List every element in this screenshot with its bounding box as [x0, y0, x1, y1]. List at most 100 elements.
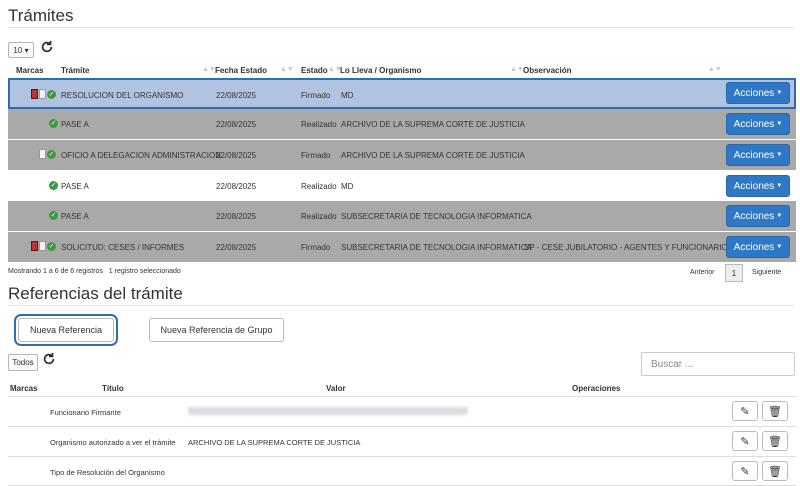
cell-lleva: MD: [341, 91, 354, 100]
acciones-button[interactable]: Acciones ▼: [726, 144, 790, 166]
col-lleva[interactable]: Lo Lleva / Organismo: [340, 66, 421, 75]
cell-estado: Firmado: [301, 243, 331, 252]
nueva-referencia-button[interactable]: Nueva Referencia: [14, 314, 118, 346]
acciones-button[interactable]: Acciones ▼: [726, 175, 790, 197]
nueva-referencia-grupo-button[interactable]: Nueva Referencia de Grupo: [149, 318, 284, 342]
cell-tramite: RESOLUCION DEL ORGANISMO: [61, 91, 184, 100]
cell-titulo: Tipo de Resolución del Organismo: [50, 468, 165, 477]
cell-fecha: 22/08/2025: [216, 91, 257, 100]
check-icon: ✓: [49, 119, 58, 128]
check-icon: ✓: [47, 242, 56, 251]
red-flag-icon: [31, 241, 38, 251]
col-marcas: Marcas: [16, 66, 44, 75]
col-titulo: Título: [102, 384, 124, 393]
cell-tramite: PASE A: [61, 120, 89, 129]
cell-titulo: Funcionario Firmante: [50, 408, 121, 417]
sort-icon[interactable]: ▲▼: [202, 66, 216, 73]
redacted-value: [188, 407, 468, 415]
table-row[interactable]: ✓ SOLICITUD: CESES / INFORMES 22/08/2025…: [8, 232, 796, 263]
document-icon: [39, 241, 46, 251]
table-row[interactable]: ✓ PASE A 22/08/2025 Realizado ARCHIVO DE…: [8, 109, 796, 140]
col-estado[interactable]: Estado: [301, 66, 328, 75]
check-icon: ✓: [49, 211, 58, 220]
row-marks: ✓: [39, 149, 56, 161]
cell-lleva: MD: [341, 182, 354, 191]
trash-icon: 🗑: [768, 435, 782, 448]
row-marks: ✓: [49, 118, 58, 130]
cell-lleva: ARCHIVO DE LA SUPREMA CORTE DE JUSTICIA: [341, 120, 525, 129]
pencil-icon: ✎: [740, 465, 750, 478]
caret-down-icon: ▼: [776, 90, 783, 96]
filter-todos-button[interactable]: Todos: [8, 354, 38, 371]
table-row: Organismo autorizado a ver el trámite AR…: [8, 426, 796, 456]
delete-button[interactable]: 🗑: [762, 431, 788, 451]
tramites-table-header: Marcas Trámite ▲▼ Fecha Estado ▲▼ Estado…: [8, 64, 796, 78]
page-size-select[interactable]: 10 ▾: [8, 42, 34, 58]
refresh-icon[interactable]: [40, 40, 54, 54]
cell-observacion: SP - CESE JUBILATORIO - AGENTES Y FUNCIO…: [524, 243, 734, 252]
edit-button[interactable]: ✎: [732, 461, 758, 481]
delete-button[interactable]: 🗑: [762, 461, 788, 481]
sort-icon[interactable]: ▲▼: [708, 66, 722, 73]
row-marks: ✓: [49, 180, 58, 192]
cell-fecha: 22/08/2025: [216, 182, 257, 191]
col-marcas: Marcas: [10, 384, 38, 393]
edit-button[interactable]: ✎: [732, 431, 758, 451]
row-marks: ✓: [31, 89, 56, 101]
pencil-icon: ✎: [740, 405, 750, 418]
search-input[interactable]: [641, 352, 795, 376]
row-marks: ✓: [31, 241, 56, 253]
delete-button[interactable]: 🗑: [762, 401, 788, 421]
table-row: Funcionario Firmante ✎ 🗑: [8, 396, 796, 426]
acciones-button[interactable]: Acciones ▼: [726, 236, 790, 258]
table-row[interactable]: ✓ OFICIO A DELEGACION ADMINISTRACION 22/…: [8, 140, 796, 171]
col-operaciones: Operaciones: [572, 384, 621, 393]
cell-estado: Realizado: [301, 182, 337, 191]
pager-prev[interactable]: Anterior: [690, 269, 715, 276]
tramites-divider: [8, 27, 794, 28]
col-fecha[interactable]: Fecha Estado: [215, 66, 267, 75]
acciones-button[interactable]: Acciones ▼: [726, 205, 790, 227]
table-row: Tipo de Resolución del Organismo ✎ 🗑: [8, 456, 796, 486]
referencias-title: Referencias del trámite: [8, 284, 183, 303]
refresh-icon[interactable]: [42, 352, 56, 366]
acciones-button[interactable]: Acciones ▼: [726, 113, 790, 135]
cell-estado: Firmado: [301, 91, 331, 100]
cell-tramite: SOLICITUD: CESES / INFORMES: [61, 243, 185, 252]
cell-tramite: PASE A: [61, 212, 89, 221]
cell-fecha: 22/08/2025: [216, 212, 257, 221]
referencias-table-header: Marcas Título Valor Operaciones: [8, 382, 796, 396]
caret-down-icon: ▼: [776, 121, 783, 127]
cell-estado: Realizado: [301, 120, 337, 129]
caret-down-icon: ▼: [776, 152, 783, 158]
sort-icon[interactable]: ▲▼: [510, 66, 524, 73]
table-row[interactable]: ✓ RESOLUCION DEL ORGANISMO 22/08/2025 Fi…: [8, 78, 796, 109]
caret-down-icon: ▼: [776, 183, 783, 189]
sort-icon[interactable]: ▲▼: [280, 66, 294, 73]
table-row[interactable]: ✓ PASE A 22/08/2025 Realizado SUBSECRETA…: [8, 201, 796, 232]
pager-page-1[interactable]: 1: [725, 264, 743, 282]
check-icon: ✓: [47, 150, 56, 159]
cell-fecha: 22/08/2025: [216, 120, 257, 129]
cell-fecha: 22/08/2025: [216, 151, 257, 160]
pager-next[interactable]: Siguiente: [752, 269, 781, 276]
col-observacion[interactable]: Observación: [523, 66, 571, 75]
acciones-button[interactable]: Acciones ▼: [726, 82, 790, 104]
cell-lleva: SUBSECRETARIA DE TECNOLOGIA INFORMATICA: [341, 212, 532, 221]
table-row[interactable]: ✓ PASE A 22/08/2025 Realizado MD Accione…: [8, 171, 796, 202]
cell-valor: ARCHIVO DE LA SUPREMA CORTE DE JUSTICIA: [188, 438, 361, 447]
cell-tramite: OFICIO A DELEGACION ADMINISTRACION: [61, 151, 222, 160]
trash-icon: 🗑: [768, 405, 782, 418]
row-marks: ✓: [49, 210, 58, 222]
cell-estado: Realizado: [301, 212, 337, 221]
col-tramite[interactable]: Trámite: [61, 66, 89, 75]
red-flag-icon: [31, 89, 38, 99]
cell-estado: Firmado: [301, 151, 331, 160]
trash-icon: 🗑: [768, 465, 782, 478]
cell-titulo: Organismo autorizado a ver el trámite: [50, 438, 176, 447]
cell-lleva: ARCHIVO DE LA SUPREMA CORTE DE JUSTICIA: [341, 151, 525, 160]
edit-button[interactable]: ✎: [732, 401, 758, 421]
caret-down-icon: ▼: [776, 244, 783, 250]
tramites-title: Trámites: [8, 6, 74, 25]
caret-down-icon: ▼: [776, 213, 783, 219]
